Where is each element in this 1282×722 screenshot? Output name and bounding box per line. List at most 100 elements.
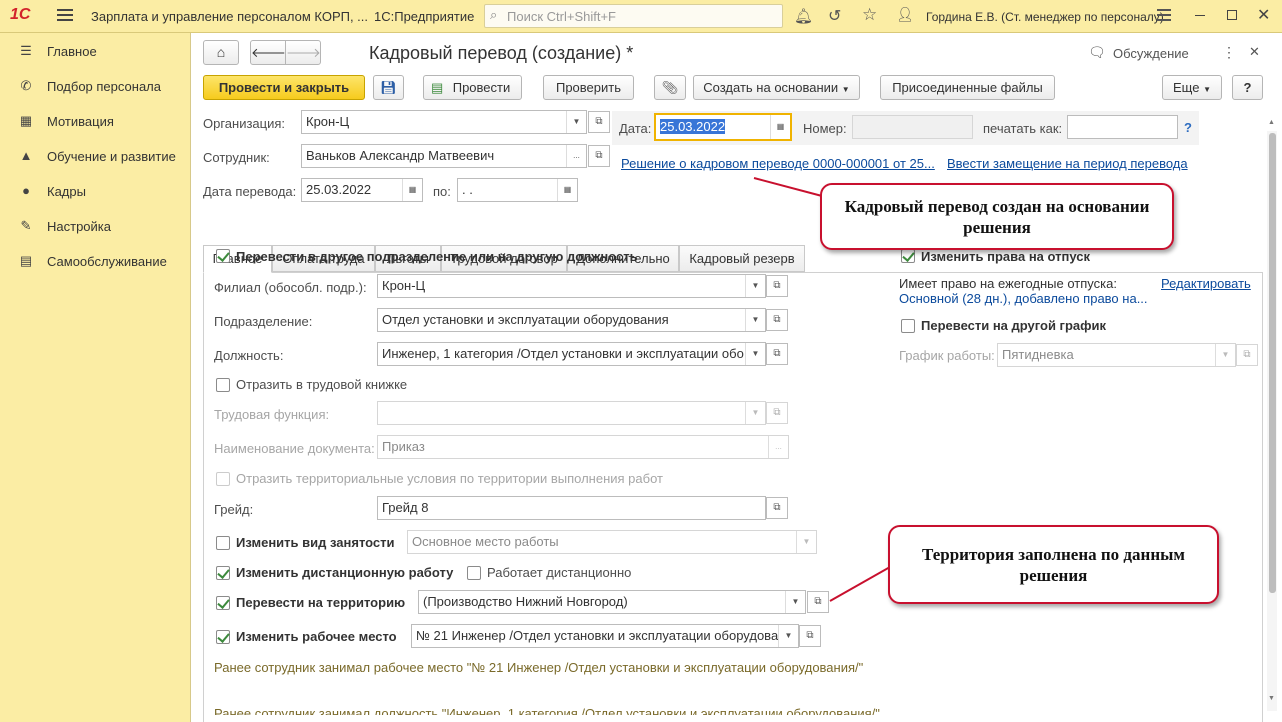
home-button[interactable]: ⌂ bbox=[203, 40, 239, 65]
help-button[interactable]: ? bbox=[1232, 75, 1263, 100]
number-field[interactable] bbox=[852, 115, 973, 139]
attach-button[interactable]: 📎︎ bbox=[654, 75, 686, 100]
ellipsis-icon[interactable]: ... bbox=[768, 436, 788, 458]
history-icon[interactable]: ↺ bbox=[828, 6, 841, 26]
labor-func-field[interactable]: ▼ bbox=[377, 401, 766, 425]
branch-field[interactable]: Крон-Ц ▼ bbox=[377, 274, 766, 298]
more-button[interactable]: Еще ▼ bbox=[1162, 75, 1222, 100]
open-workplace-icon[interactable]: ⧉ bbox=[799, 625, 821, 647]
scrollbar-thumb[interactable] bbox=[1269, 133, 1276, 593]
org-field[interactable]: Крон-Ц ▼ bbox=[301, 110, 587, 134]
open-territory-icon[interactable]: ⧉ bbox=[807, 591, 829, 613]
employee-field[interactable]: Ваньков Александр Матвеевич... bbox=[301, 144, 587, 168]
chevron-down-icon[interactable]: ▼ bbox=[566, 111, 586, 133]
open-org-icon[interactable]: ⧉ bbox=[588, 111, 610, 133]
workplace-checkbox[interactable] bbox=[216, 630, 230, 644]
sidebar-item-recruitment[interactable]: ✆ Подбор персонала bbox=[0, 69, 190, 103]
minimize-icon[interactable] bbox=[1195, 15, 1205, 16]
open-dept-icon[interactable]: ⧉ bbox=[766, 309, 788, 331]
dept-field[interactable]: Отдел установки и эксплуатации оборудова… bbox=[377, 308, 766, 332]
works-remote-checkbox-label[interactable]: Работает дистанционно bbox=[487, 565, 631, 580]
open-schedule-icon[interactable]: ⧉ bbox=[1236, 344, 1258, 366]
substitution-link[interactable]: Ввести замещение на период перевода bbox=[947, 156, 1188, 171]
employment-checkbox-label[interactable]: Изменить вид занятости bbox=[236, 535, 395, 550]
schedule-field[interactable]: Пятидневка ▼ bbox=[997, 343, 1236, 367]
open-employee-icon[interactable]: ⧉ bbox=[588, 145, 610, 167]
open-labor-func-icon[interactable]: ⧉ bbox=[766, 402, 788, 424]
star-icon[interactable]: ☆ bbox=[862, 5, 877, 25]
territorial-checkbox[interactable] bbox=[216, 472, 230, 486]
chevron-down-icon[interactable]: ▼ bbox=[745, 402, 765, 424]
user-icon[interactable]: 👤︎ bbox=[896, 6, 914, 23]
sidebar-item-motivation[interactable]: ▦ Мотивация bbox=[0, 104, 190, 138]
ellipsis-icon[interactable]: ... bbox=[566, 145, 586, 167]
workplace-field[interactable]: № 21 Инженер /Отдел установки и эксплуат… bbox=[411, 624, 799, 648]
open-branch-icon[interactable]: ⧉ bbox=[766, 275, 788, 297]
post-button[interactable]: ▤ Провести bbox=[423, 75, 522, 100]
post-and-close-button[interactable]: Провести и закрыть bbox=[203, 75, 365, 100]
schedule-checkbox-label[interactable]: Перевести на другой график bbox=[921, 318, 1106, 333]
transfer-date-field[interactable]: 25.03.2022 ▦ bbox=[301, 178, 423, 202]
user-name[interactable]: Гордина Е.В. (Ст. менеджер по персоналу) bbox=[926, 10, 1164, 24]
discussion-link[interactable]: Обсуждение bbox=[1113, 46, 1189, 61]
chevron-down-icon[interactable]: ▼ bbox=[745, 275, 765, 297]
edit-vacation-link[interactable]: Редактировать bbox=[1161, 276, 1251, 291]
vacation-checkbox-label[interactable]: Изменить права на отпуск bbox=[921, 249, 1090, 264]
more-options-icon[interactable]: ⋮ bbox=[1222, 44, 1236, 61]
open-position-icon[interactable]: ⧉ bbox=[766, 343, 788, 365]
open-grade-icon[interactable]: ⧉ bbox=[766, 497, 788, 519]
check-button[interactable]: Проверить bbox=[543, 75, 634, 100]
chevron-down-icon[interactable]: ▼ bbox=[796, 531, 816, 553]
tab-reserve[interactable]: Кадровый резерв bbox=[679, 245, 805, 272]
vacation-detail[interactable]: Основной (28 дн.), добавлено право на... bbox=[899, 291, 1148, 306]
works-remote-checkbox[interactable] bbox=[467, 566, 481, 580]
print-as-field[interactable] bbox=[1067, 115, 1178, 139]
scrollbar[interactable] bbox=[1267, 131, 1277, 711]
territory-checkbox[interactable] bbox=[216, 596, 230, 610]
territory-checkbox-label[interactable]: Перевести на территорию bbox=[236, 595, 405, 610]
print-help-icon[interactable]: ? bbox=[1184, 120, 1192, 135]
chevron-down-icon[interactable]: ▼ bbox=[745, 309, 765, 331]
back-button[interactable]: 🡐 bbox=[250, 40, 286, 65]
territory-field[interactable]: (Производство Нижний Новгород) ▼ bbox=[418, 590, 806, 614]
close-icon[interactable]: ✕ bbox=[1257, 5, 1270, 25]
remote-checkbox[interactable] bbox=[216, 566, 230, 580]
maximize-icon[interactable] bbox=[1227, 10, 1237, 20]
vacation-checkbox[interactable] bbox=[901, 249, 915, 263]
workbook-checkbox-label[interactable]: Отразить в трудовой книжке bbox=[236, 377, 407, 392]
schedule-checkbox[interactable] bbox=[901, 319, 915, 333]
decision-link[interactable]: Решение о кадровом переводе 0000-000001 … bbox=[621, 156, 935, 171]
position-field[interactable]: Инженер, 1 категория /Отдел установки и … bbox=[377, 342, 766, 366]
save-button[interactable]: 💾︎ bbox=[373, 75, 404, 100]
forward-button[interactable]: 🡒 bbox=[285, 40, 321, 65]
to-date-field[interactable]: . . ▦ bbox=[457, 178, 578, 202]
calendar-icon[interactable]: ▦ bbox=[770, 115, 790, 139]
date-field[interactable]: 25.03.2022 ▦ bbox=[654, 113, 792, 141]
chevron-down-icon[interactable]: ▼ bbox=[785, 591, 805, 613]
close-form-icon[interactable]: ✕ bbox=[1249, 44, 1260, 60]
transfer-checkbox-label[interactable]: Перевести в другое подразделение или на … bbox=[236, 249, 638, 264]
employment-checkbox[interactable] bbox=[216, 536, 230, 550]
sidebar-item-main[interactable]: ☰ Главное bbox=[0, 34, 190, 68]
doc-name-field[interactable]: Приказ... bbox=[377, 435, 789, 459]
search-input[interactable]: ⌕ Поиск Ctrl+Shift+F bbox=[484, 4, 783, 28]
main-menu-icon[interactable] bbox=[57, 8, 73, 22]
discussion-icon[interactable]: 🗨︎ bbox=[1088, 44, 1106, 61]
scroll-up-icon[interactable]: ▲ bbox=[1268, 119, 1275, 126]
chevron-down-icon[interactable]: ▼ bbox=[745, 343, 765, 365]
calendar-icon[interactable]: ▦ bbox=[402, 179, 422, 201]
workbook-checkbox[interactable] bbox=[216, 378, 230, 392]
employment-field[interactable]: Основное место работы ▼ bbox=[407, 530, 817, 554]
scroll-down-icon[interactable]: ▼ bbox=[1268, 695, 1275, 702]
attached-files-button[interactable]: Присоединенные файлы bbox=[880, 75, 1055, 100]
create-based-button[interactable]: Создать на основании ▼ bbox=[693, 75, 860, 100]
chevron-down-icon[interactable]: ▼ bbox=[778, 625, 798, 647]
remote-checkbox-label[interactable]: Изменить дистанционную работу bbox=[236, 565, 453, 580]
territorial-checkbox-label[interactable]: Отразить территориальные условия по терр… bbox=[236, 471, 663, 486]
workplace-checkbox-label[interactable]: Изменить рабочее место bbox=[236, 629, 397, 644]
sidebar-item-training[interactable]: ▲ Обучение и развитие bbox=[0, 139, 190, 173]
sidebar-item-settings[interactable]: ✎ Настройка bbox=[0, 209, 190, 243]
chevron-down-icon[interactable]: ▼ bbox=[1215, 344, 1235, 366]
settings-menu-icon[interactable] bbox=[1157, 9, 1171, 21]
bell-icon[interactable]: 🔔︎ bbox=[794, 7, 813, 25]
